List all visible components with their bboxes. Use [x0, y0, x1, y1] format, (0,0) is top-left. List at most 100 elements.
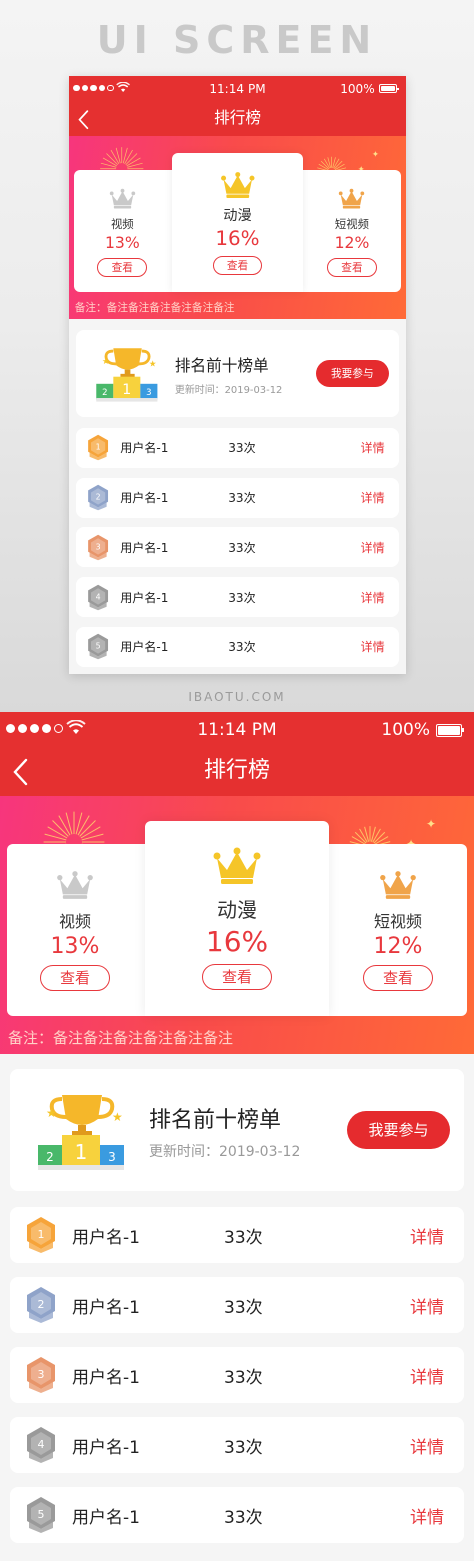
category-column: 短视频 12% 查看 [302, 188, 402, 277]
category-label: 视频 [110, 216, 134, 231]
ranking-detail-link[interactable]: 详情 [361, 589, 385, 606]
battery-percent: 100% [381, 720, 430, 740]
ranking-list-item[interactable]: 5 用户名-1 33次 详情 [76, 627, 399, 667]
ranking-username: 用户名-1 [120, 590, 169, 605]
rank-medal-icon: 3 [24, 1356, 58, 1394]
category-column: 视频 13% 查看 [73, 188, 173, 277]
ranking-list-item[interactable]: 1 用户名-1 33次 详情 [76, 427, 399, 468]
svg-text:4: 4 [38, 1438, 45, 1451]
category-label: 短视频 [334, 216, 369, 231]
svg-text:★: ★ [46, 1106, 57, 1120]
top10-title: 排名前十榜单 [149, 1108, 282, 1133]
category-percent: 16% [205, 925, 269, 958]
ranking-detail-link[interactable]: 详情 [361, 489, 385, 506]
ranking-detail-link[interactable]: 详情 [361, 439, 385, 456]
ranking-detail-link[interactable]: 详情 [361, 539, 385, 556]
back-arrow-icon[interactable] [76, 107, 93, 130]
svg-text:3: 3 [96, 542, 101, 551]
svg-text:★: ★ [149, 360, 157, 370]
category-percent: 12% [373, 934, 423, 960]
ranking-list-item[interactable]: 2 用户名-1 33次 详情 [76, 477, 399, 518]
svg-text:2: 2 [96, 493, 101, 502]
svg-text:1: 1 [38, 1228, 45, 1241]
battery-icon [436, 723, 464, 737]
category-label: 短视频 [373, 912, 422, 932]
category-column: 动漫 16% 查看 [188, 171, 288, 275]
ranking-detail-link[interactable]: 详情 [410, 1433, 444, 1458]
top10-card: ★ ★ 2 1 3 排名前十榜单更新时间：2019-03-12 我要参与 [76, 329, 399, 417]
page-title: 排行榜 [203, 758, 270, 783]
top10-title: 排名前十榜单 [174, 356, 269, 376]
ranking-list-item[interactable]: 4 用户名-1 33次 详情 [10, 1417, 464, 1473]
view-button[interactable]: 查看 [202, 964, 272, 990]
category-percent: 12% [334, 233, 370, 253]
status-bar: 11:14 PM 100% [69, 76, 406, 100]
rank-medal-icon: 5 [86, 633, 110, 660]
crown-icon [56, 870, 94, 900]
view-button[interactable]: 查看 [363, 965, 433, 992]
crown-icon [338, 188, 365, 210]
view-button[interactable]: 查看 [212, 256, 263, 275]
ranking-list-item[interactable]: 1 用户名-1 33次 详情 [10, 1207, 464, 1263]
svg-text:3: 3 [108, 1150, 116, 1164]
trophy-podium-icon: ★ ★ 2 1 3 [32, 1089, 132, 1174]
crown-icon [109, 188, 136, 210]
ranking-username: 用户名-1 [120, 441, 169, 456]
back-arrow-icon[interactable] [10, 756, 34, 786]
category-column: 动漫 16% 查看 [167, 846, 307, 990]
join-button[interactable]: 我要参与 [347, 1111, 450, 1149]
ranking-count: 33次 [224, 1298, 263, 1318]
svg-text:5: 5 [38, 1508, 45, 1521]
ranking-detail-link[interactable]: 详情 [410, 1363, 444, 1388]
view-button[interactable]: 查看 [327, 258, 377, 277]
ranking-list-item[interactable]: 5 用户名-1 33次 详情 [10, 1487, 464, 1543]
svg-text:3: 3 [146, 388, 151, 398]
rank-medal-icon: 3 [86, 534, 110, 561]
category-label: 动漫 [223, 208, 252, 225]
category-label: 视频 [58, 912, 91, 932]
ranking-detail-link[interactable]: 详情 [410, 1503, 444, 1528]
crown-icon [212, 846, 262, 886]
top10-updated-time: 更新时间：2019-03-12 [174, 385, 283, 396]
ranking-detail-link[interactable]: 详情 [361, 638, 385, 655]
svg-text:5: 5 [96, 642, 101, 651]
trophy-podium-icon: ★ ★ 2 1 3 [92, 344, 163, 404]
ranking-list-item[interactable]: 4 用户名-1 33次 详情 [76, 577, 399, 618]
category-percent: 16% [215, 226, 260, 250]
ranking-list-item[interactable]: 2 用户名-1 33次 详情 [10, 1277, 464, 1333]
ranking-username: 用户名-1 [72, 1438, 140, 1458]
preview-title: UI SCREEN [96, 18, 378, 62]
svg-text:★: ★ [112, 1110, 123, 1124]
note-text: 备注：备注备注备注备注备注备注 [8, 1029, 234, 1047]
ranking-detail-link[interactable]: 详情 [410, 1223, 444, 1248]
nav-bar: 排行榜 [69, 100, 406, 136]
rank-medal-icon: 2 [86, 484, 110, 511]
category-label: 动漫 [217, 898, 257, 922]
sparkle-icon: ✦ [426, 817, 437, 831]
rank-medal-icon: 4 [86, 584, 110, 611]
sparkle-icon: ✦ [371, 150, 379, 161]
join-button[interactable]: 我要参与 [315, 359, 389, 387]
rank-medal-icon: 4 [24, 1426, 58, 1464]
ranking-detail-link[interactable]: 详情 [410, 1293, 444, 1318]
battery-icon [378, 84, 399, 94]
battery-indicator: 100% [340, 81, 399, 96]
ranking-count: 33次 [228, 491, 256, 506]
battery-percent: 100% [340, 81, 375, 96]
category-percent: 13% [50, 934, 100, 960]
ranking-count: 33次 [224, 1508, 263, 1528]
rank-medal-icon: 1 [24, 1216, 58, 1254]
ranking-username: 用户名-1 [72, 1508, 140, 1528]
ranking-count: 33次 [228, 441, 256, 456]
ranking-list-item[interactable]: 3 用户名-1 33次 详情 [10, 1347, 464, 1403]
svg-text:1: 1 [96, 443, 101, 452]
view-button[interactable]: 查看 [97, 258, 148, 277]
ranking-count: 33次 [228, 540, 256, 555]
phone-screen: 11:14 PM100%排行榜✦✦ 视频13%查看 动漫16%查看 短视频12%… [0, 712, 474, 1561]
svg-text:2: 2 [46, 1150, 54, 1164]
crown-icon [379, 870, 417, 900]
ranking-username: 用户名-1 [72, 1228, 140, 1248]
ranking-list-item[interactable]: 3 用户名-1 33次 详情 [76, 527, 399, 568]
view-button[interactable]: 查看 [40, 965, 110, 992]
rank-medal-icon: 5 [24, 1496, 58, 1534]
